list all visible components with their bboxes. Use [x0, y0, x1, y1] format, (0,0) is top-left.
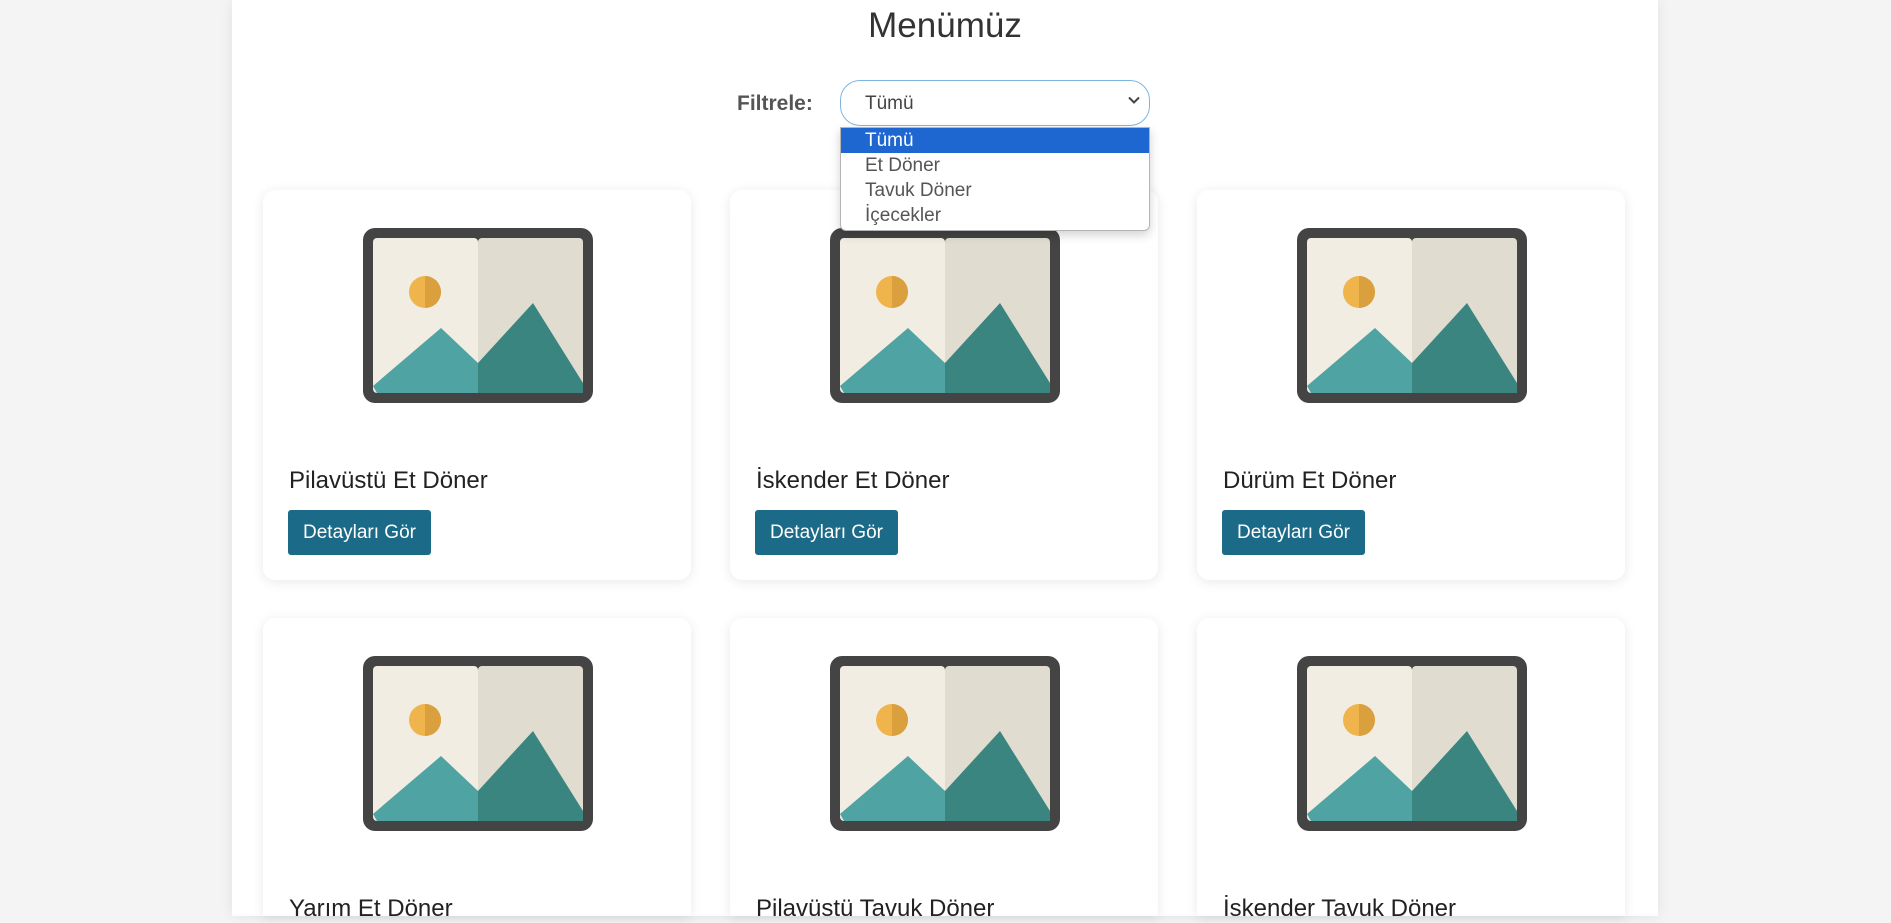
product-card: Dürüm Et Döner Detayları Gör [1197, 190, 1625, 580]
details-button[interactable]: Detayları Gör [755, 510, 898, 555]
chevron-down-icon [1128, 96, 1140, 104]
filter-select-value: Tümü [865, 93, 914, 114]
image-placeholder-icon [363, 656, 593, 831]
image-placeholder-icon [1297, 228, 1527, 403]
product-name: Pilavüstü Et Döner [289, 467, 488, 494]
menu-container: Menümüz Filtrele: Tümü Tümü Et Döner Tav… [232, 0, 1658, 922]
filter-select[interactable]: Tümü [840, 80, 1150, 126]
product-card: İskender Et Döner Detayları Gör [730, 190, 1158, 580]
image-placeholder-icon [830, 656, 1060, 831]
filter-option[interactable]: Tavuk Döner [841, 178, 1149, 203]
page-title: Menümüz [868, 6, 1022, 45]
product-card: İskender Tavuk Döner [1197, 618, 1625, 922]
filter-option[interactable]: İçecekler [841, 203, 1149, 228]
product-name: Dürüm Et Döner [1223, 467, 1397, 494]
filter-option[interactable]: Tümü [841, 128, 1149, 153]
product-card: Pilavüstü Et Döner Detayları Gör [263, 190, 691, 580]
filter-label: Filtrele: [737, 92, 813, 115]
image-placeholder-icon [830, 228, 1060, 403]
product-card: Yarım Et Döner [263, 618, 691, 922]
image-placeholder-icon [1297, 656, 1527, 831]
product-name: İskender Et Döner [756, 467, 950, 494]
product-name: Yarım Et Döner [289, 895, 453, 922]
details-button[interactable]: Detayları Gör [1222, 510, 1365, 555]
product-card: Pilavüstü Tavuk Döner [730, 618, 1158, 922]
details-button[interactable]: Detayları Gör [288, 510, 431, 555]
image-placeholder-icon [363, 228, 593, 403]
product-name: İskender Tavuk Döner [1223, 895, 1457, 922]
filter-dropdown-list: Tümü Et Döner Tavuk Döner İçecekler [840, 127, 1150, 231]
product-name: Pilavüstü Tavuk Döner [756, 895, 995, 922]
filter-option[interactable]: Et Döner [841, 153, 1149, 178]
